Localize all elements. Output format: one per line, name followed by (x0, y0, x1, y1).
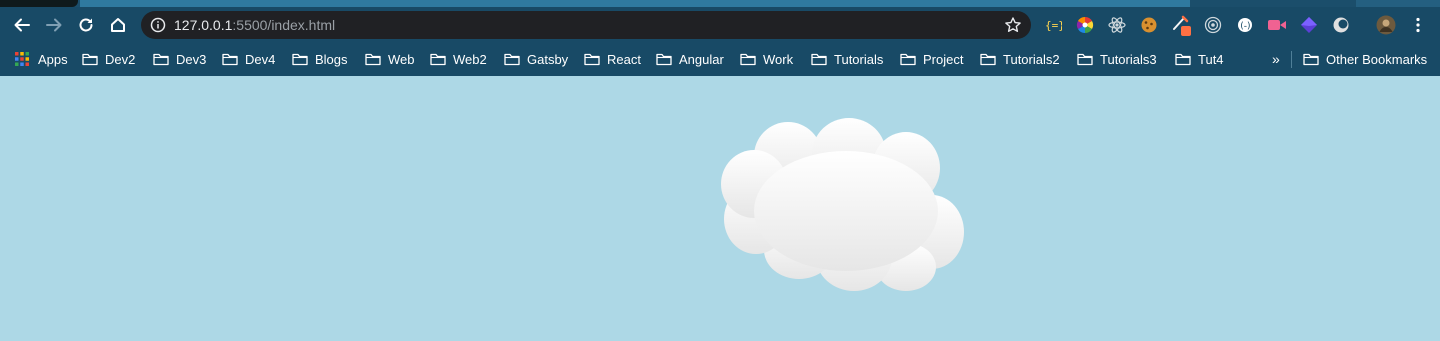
cookie-extension-icon[interactable] (1139, 15, 1159, 35)
address-bar[interactable]: 127.0.0.1:5500/index.html (141, 11, 1031, 39)
tab-bar-area-right[interactable] (1356, 0, 1440, 7)
moon-extension-icon[interactable] (1331, 15, 1351, 35)
target-extension-icon[interactable] (1203, 15, 1223, 35)
eyedropper-extension-icon[interactable] (1171, 15, 1191, 36)
bookmarks-overflow-button[interactable]: » (1272, 49, 1280, 69)
reload-icon (79, 18, 93, 32)
bookmark-label: React (607, 51, 641, 67)
reload-button[interactable] (73, 12, 99, 38)
bookmark-folder-tut4[interactable]: Tut4 (1175, 49, 1224, 69)
cloud-illustration (721, 118, 964, 291)
url-path: :5500/index.html (232, 17, 336, 33)
forward-button[interactable] (41, 12, 67, 38)
apps-grid-icon (15, 52, 29, 66)
bookmark-label: Project (923, 51, 964, 67)
bookmark-label: Work (763, 51, 794, 67)
folder-icon (153, 53, 169, 65)
bookmark-folder-project[interactable]: Project (900, 49, 963, 69)
folder-icon (584, 53, 600, 65)
info-icon[interactable] (150, 17, 166, 33)
arrow-left-icon (14, 18, 30, 32)
bookmarks-bar: Apps Dev2 Dev3 Dev4 Blogs Web Web2 Gatsby React… (0, 43, 1440, 76)
browser-toolbar: 127.0.0.1:5500/index.html {=} (-) (0, 7, 1440, 43)
svg-text:{=}: {=} (1045, 19, 1062, 32)
overflow-chevron-icon: » (1272, 51, 1280, 67)
video-extension-icon[interactable] (1267, 15, 1287, 35)
other-bookmarks[interactable]: Other Bookmarks (1303, 49, 1427, 69)
tab-bar-area[interactable] (80, 0, 1190, 7)
folder-icon (811, 53, 827, 65)
folder-icon (980, 53, 996, 65)
folder-icon (430, 53, 446, 65)
bookmark-folder-gatsby[interactable]: Gatsby (504, 49, 568, 69)
bookmark-label: Other Bookmarks (1326, 51, 1428, 67)
react-devtools-extension-icon[interactable] (1107, 15, 1127, 35)
bookmark-label: Gatsby (527, 51, 569, 67)
bookmark-label: Apps (38, 51, 68, 67)
kebab-menu-icon (1416, 17, 1420, 33)
bookmark-apps[interactable]: Apps (15, 49, 68, 69)
folder-icon (656, 53, 672, 65)
folder-icon (365, 53, 381, 65)
bookmark-folder-tutorials3[interactable]: Tutorials3 (1077, 49, 1157, 69)
svg-text:(-): (-) (1240, 22, 1250, 32)
bookmark-folder-react[interactable]: React (584, 49, 641, 69)
color-picker-extension-icon[interactable] (1075, 15, 1095, 35)
bookmark-label: Tutorials (834, 51, 884, 67)
home-icon (111, 18, 125, 32)
bookmark-label: Tutorials2 (1003, 51, 1060, 67)
bookmark-label: Blogs (315, 51, 348, 67)
bookmark-label: Tut4 (1198, 51, 1224, 67)
back-button[interactable] (9, 12, 35, 38)
bookmark-folder-web[interactable]: Web (365, 49, 415, 69)
bookmark-label: Tutorials3 (1100, 51, 1157, 67)
bookmark-label: Dev3 (176, 51, 207, 67)
arrow-right-icon (46, 18, 62, 32)
folder-icon (504, 53, 520, 65)
bookmark-label: Web (388, 51, 415, 67)
bookmark-folder-web2[interactable]: Web2 (430, 49, 487, 69)
folder-icon (1077, 53, 1093, 65)
diamond-extension-icon[interactable] (1299, 15, 1319, 35)
page-content (0, 76, 1440, 341)
bookmark-folder-angular[interactable]: Angular (656, 49, 724, 69)
bookmark-label: Web2 (453, 51, 487, 67)
active-tab-edge[interactable] (0, 0, 78, 7)
folder-icon (1303, 53, 1319, 65)
wappalyzer-extension-icon[interactable]: (-) (1235, 15, 1255, 35)
bookmark-folder-dev4[interactable]: Dev4 (222, 49, 275, 69)
folder-icon (900, 53, 916, 65)
url-host: 127.0.0.1 (174, 17, 233, 33)
folder-icon (292, 53, 308, 65)
bookmark-label: Dev2 (105, 51, 136, 67)
folder-icon (82, 53, 98, 65)
bookmark-label: Angular (679, 51, 724, 67)
folder-icon (222, 53, 238, 65)
bookmarks-divider (1291, 51, 1292, 68)
bookmark-folder-work[interactable]: Work (740, 49, 793, 69)
bookmark-folder-tutorials[interactable]: Tutorials (811, 49, 883, 69)
browser-menu-button[interactable] (1408, 15, 1428, 35)
url-text[interactable]: 127.0.0.1:5500/index.html (174, 17, 335, 33)
bookmark-folder-dev2[interactable]: Dev2 (82, 49, 135, 69)
bookmark-folder-dev3[interactable]: Dev3 (153, 49, 206, 69)
bookmark-star-icon[interactable] (1004, 16, 1022, 34)
bookmark-folder-blogs[interactable]: Blogs (292, 49, 348, 69)
bookmark-label: Dev4 (245, 51, 276, 67)
folder-icon (1175, 53, 1191, 65)
bookmark-folder-tutorials2[interactable]: Tutorials2 (980, 49, 1060, 69)
home-button[interactable] (105, 12, 131, 38)
folder-icon (740, 53, 756, 65)
profile-avatar[interactable] (1376, 15, 1396, 35)
avatar-icon (1376, 15, 1396, 35)
tab-strip (0, 0, 1440, 7)
json-viewer-extension-icon[interactable]: {=} (1043, 15, 1063, 35)
